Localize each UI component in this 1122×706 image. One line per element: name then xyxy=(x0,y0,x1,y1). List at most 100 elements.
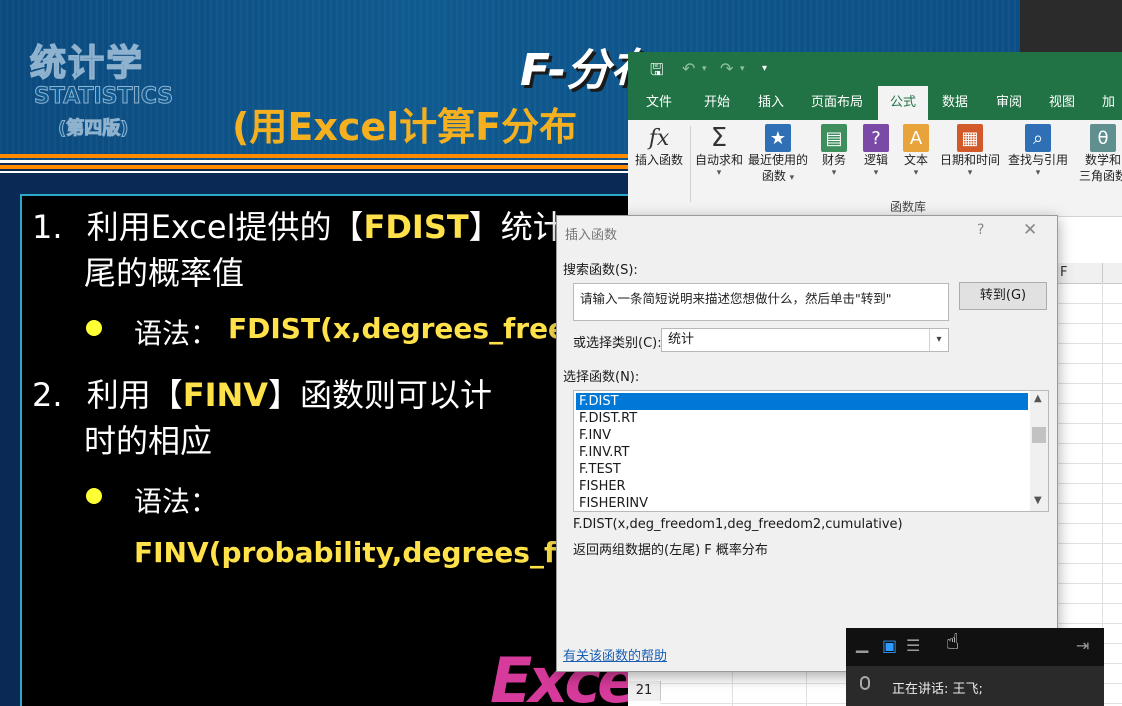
search-function-input[interactable]: 请输入一条简短说明来描述您想做什么，然后单击"转到" xyxy=(573,283,949,321)
statistics-logo-cn: 统计学 xyxy=(29,42,145,85)
list-scrollbar[interactable]: ▲ ▼ xyxy=(1030,391,1048,511)
ribbon-tabs: 文件 开始 插入 页面布局 公式 数据 审阅 视图 加 xyxy=(628,86,1122,120)
minimize-icon[interactable]: ▁ xyxy=(856,634,868,653)
chevron-down-icon: ▾ xyxy=(913,168,919,178)
text-button[interactable]: A 文本 ▾ xyxy=(896,124,936,178)
speaking-text: 正在讲话: 王飞; xyxy=(892,682,983,697)
slide-subtitle: (用Excel计算F分布 xyxy=(232,105,578,149)
syntax-label: 语法： xyxy=(134,317,219,350)
undo-dropdown-icon[interactable]: ▾ xyxy=(702,64,707,74)
collapse-icon[interactable]: ⇥ xyxy=(1076,636,1089,655)
hand-cursor-icon: ☝ xyxy=(946,630,960,655)
window-mode-icon[interactable]: ▣ xyxy=(882,636,897,655)
meeting-widget: ▁ ▣ ☰ ☝ ⇥ 正在讲话: 王飞; xyxy=(846,628,1104,706)
function-signature: F.DIST(x,deg_freedom1,deg_freedom2,cumul… xyxy=(573,517,903,532)
lookup-reference-button[interactable]: ⌕ 查找与引用 ▾ xyxy=(1004,124,1072,178)
undo-icon[interactable]: ↶ xyxy=(682,59,695,78)
chevron-down-icon[interactable]: ▾ xyxy=(929,329,948,351)
math-trig-label2: 三角函数 xyxy=(1078,169,1122,183)
logic-icon: ? xyxy=(863,124,889,152)
row-number[interactable]: 21 xyxy=(628,681,661,701)
tab-review[interactable]: 审阅 xyxy=(996,86,1022,120)
item2-text-pre: 利用【 xyxy=(86,376,183,414)
excel-titlebar: 🖫 ↶ ▾ ↷ ▾ ▾ xyxy=(628,52,1122,86)
function-list[interactable]: F.DIST F.DIST.RT F.INV F.INV.RT F.TEST F… xyxy=(573,390,1049,512)
theta-icon: θ xyxy=(1090,124,1116,152)
function-help-link[interactable]: 有关该函数的帮助 xyxy=(563,645,667,664)
text-icon: A xyxy=(903,124,929,152)
list-item[interactable]: FISHERINV xyxy=(576,495,1028,511)
category-select[interactable]: 统计 ▾ xyxy=(661,328,949,352)
chevron-down-icon: ▾ xyxy=(873,168,879,178)
tab-insert[interactable]: 插入 xyxy=(758,86,784,120)
recent-star-icon: ★ xyxy=(765,124,791,152)
help-icon[interactable]: ? xyxy=(977,222,984,238)
math-trig-label: 数学和 xyxy=(1084,153,1121,167)
insert-function-label: 插入函数 xyxy=(634,153,683,167)
item1-function: FDIST xyxy=(363,208,469,246)
meeting-toolbar: ▁ ▣ ☰ ☝ ⇥ xyxy=(846,628,1104,666)
lookup-icon: ⌕ xyxy=(1025,124,1051,152)
syntax-label: 语法： xyxy=(134,485,219,518)
category-label: 或选择类别(C): xyxy=(573,336,662,351)
go-button[interactable]: 转到(G) xyxy=(959,282,1047,310)
math-trig-button[interactable]: θ 数学和 三角函数 xyxy=(1074,124,1122,184)
customize-toolbar-icon[interactable]: ▾ xyxy=(762,63,767,74)
function-library-group-label: 函数库 xyxy=(890,200,927,214)
chevron-down-icon[interactable]: ▼ xyxy=(1034,495,1042,506)
redo-dropdown-icon[interactable]: ▾ xyxy=(740,64,745,74)
tab-home[interactable]: 开始 xyxy=(704,86,730,120)
financial-button[interactable]: ▤ 财务 ▾ xyxy=(814,124,854,178)
item1-syntax-code: FDIST(x,degrees_freed xyxy=(228,312,588,345)
tab-addins[interactable]: 加 xyxy=(1102,86,1115,120)
save-icon[interactable]: 🖫 xyxy=(650,59,664,86)
list-item[interactable]: F.TEST xyxy=(576,461,1028,478)
tab-data[interactable]: 数据 xyxy=(942,86,968,120)
dialog-title: 插入函数 xyxy=(565,228,618,243)
item2-line2: 时的相应 xyxy=(84,422,213,460)
logical-button[interactable]: ? 逻辑 ▾ xyxy=(856,124,896,178)
scrollbar-thumb[interactable] xyxy=(1032,427,1046,443)
bullet-dot xyxy=(86,488,102,504)
chevron-down-icon: ▾ xyxy=(1035,168,1041,178)
item2-syntax-code: FINV(probability,degrees_fre xyxy=(134,536,589,569)
list-item[interactable]: F.DIST xyxy=(576,393,1028,410)
microphone-icon xyxy=(860,676,870,690)
statistics-logo-edition: (第四版) xyxy=(57,118,129,140)
date-time-label: 日期和时间 xyxy=(939,153,1000,167)
list-item[interactable]: F.INV.RT xyxy=(576,444,1028,461)
tab-formulas[interactable]: 公式 xyxy=(878,86,929,120)
date-time-button[interactable]: ▦ 日期和时间 ▾ xyxy=(936,124,1004,178)
recently-used-button[interactable]: ★ 最近使用的 函数 ▾ xyxy=(746,124,810,184)
chevron-up-icon[interactable]: ▲ xyxy=(1034,393,1042,404)
list-item[interactable]: FISHER xyxy=(576,478,1028,495)
close-icon[interactable]: ✕ xyxy=(1023,220,1037,240)
fx-icon: fx xyxy=(648,125,670,151)
ribbon-separator xyxy=(690,126,691,202)
calendar-icon: ▦ xyxy=(957,124,983,152)
column-header-f[interactable]: F xyxy=(1060,265,1067,280)
autosum-button[interactable]: Σ 自动求和 ▾ xyxy=(692,123,746,178)
insert-function-button[interactable]: fx 插入函数 xyxy=(632,124,686,168)
category-value: 统计 xyxy=(668,332,695,347)
item2-number: 2. xyxy=(32,376,63,414)
statistics-logo-en: STATISTICS xyxy=(33,84,174,110)
search-function-label: 搜索函数(S): xyxy=(563,263,638,278)
autosum-label: 自动求和 xyxy=(694,153,743,167)
redo-icon[interactable]: ↷ xyxy=(720,59,733,78)
list-mode-icon[interactable]: ☰ xyxy=(906,636,920,655)
chevron-down-icon: ▾ xyxy=(831,168,837,178)
lookup-reference-label: 查找与引用 xyxy=(1007,153,1068,167)
list-item[interactable]: F.INV xyxy=(576,427,1028,444)
bullet-dot xyxy=(86,320,102,336)
tab-page-layout[interactable]: 页面布局 xyxy=(811,86,863,120)
function-description: 返回两组数据的(左尾) F 概率分布 xyxy=(573,543,768,558)
sum-icon: Σ xyxy=(710,123,728,153)
item1-line1: 1. 利用Excel提供的【FDIST】统计 xyxy=(32,202,565,248)
tab-view[interactable]: 视图 xyxy=(1049,86,1075,120)
item1-text-post: 】统计 xyxy=(468,208,565,246)
list-item[interactable]: F.DIST.RT xyxy=(576,410,1028,427)
column-divider xyxy=(1102,263,1103,283)
tab-file[interactable]: 文件 xyxy=(646,86,672,120)
speaking-indicator: 正在讲话: 王飞; xyxy=(846,666,1104,706)
